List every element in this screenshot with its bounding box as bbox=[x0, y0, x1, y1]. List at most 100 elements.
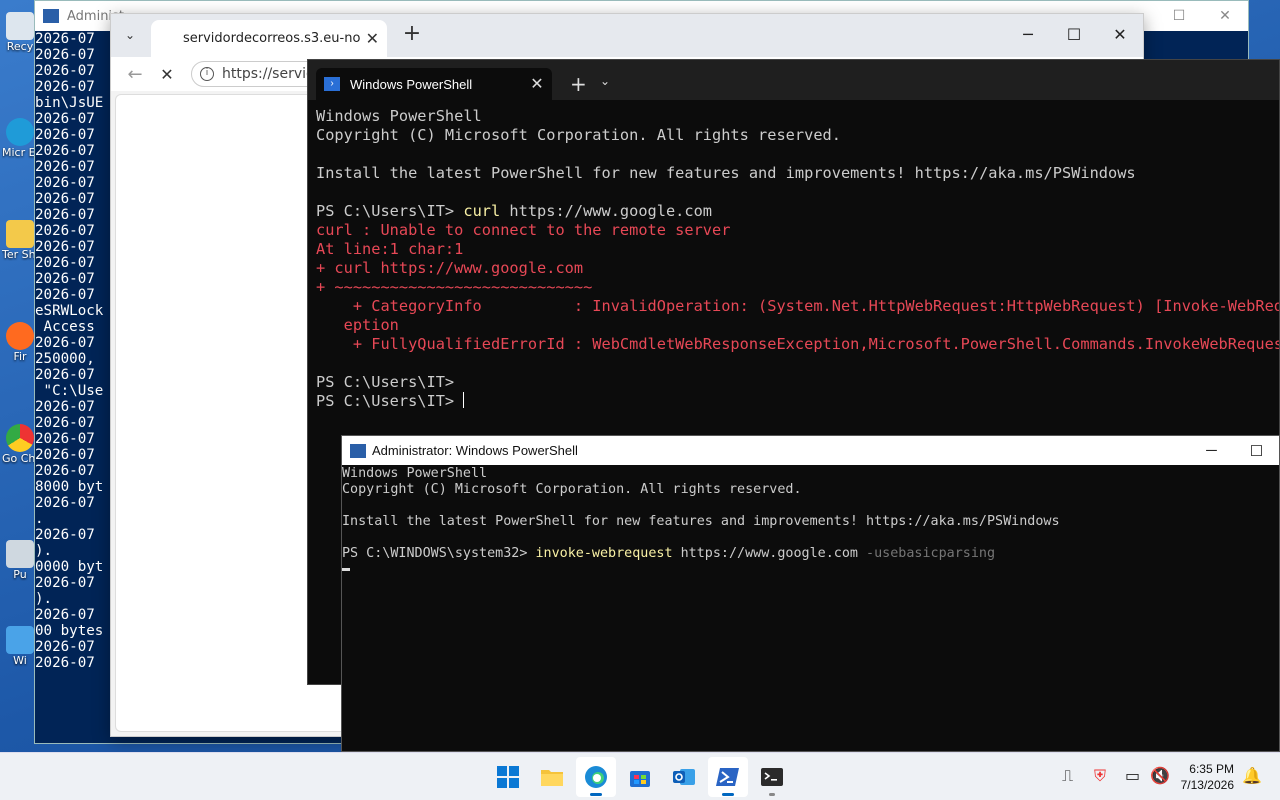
minimize-icon[interactable]: ─ bbox=[1005, 14, 1051, 54]
console-line: 2026-07 bbox=[35, 47, 95, 63]
console-line: 2026-07 bbox=[35, 159, 95, 175]
console-line: 2026-07 bbox=[35, 607, 95, 623]
outlook-button[interactable] bbox=[664, 757, 704, 797]
console-line: 2026-07 bbox=[35, 367, 95, 383]
site-info-icon[interactable]: i bbox=[200, 67, 214, 81]
chrome-icon[interactable]: Go Chr bbox=[2, 424, 38, 465]
console-line: 2026-07 bbox=[35, 575, 95, 591]
browser-window-controls: ─ ☐ ✕ bbox=[1005, 14, 1143, 54]
new-tab-icon[interactable]: + bbox=[399, 22, 425, 48]
outlook-icon bbox=[673, 769, 695, 785]
console-line: 250000, bbox=[35, 351, 95, 367]
edge-button[interactable] bbox=[576, 757, 616, 797]
console-line: 2026-07 bbox=[35, 335, 95, 351]
console-line: "C:\Use bbox=[35, 383, 104, 399]
folder-icon bbox=[541, 770, 563, 786]
system-clock[interactable]: 6:35 PM 7/13/2026 bbox=[1181, 761, 1234, 793]
output-line: Windows PowerShell bbox=[316, 107, 482, 125]
folder-icon[interactable]: Ter Sho bbox=[2, 220, 38, 261]
maximize-icon[interactable]: ☐ bbox=[1234, 442, 1279, 460]
close-tab-icon[interactable]: ✕ bbox=[522, 74, 552, 94]
console-line: 2026-07 bbox=[35, 431, 95, 447]
console-line: 2026-07 bbox=[35, 143, 95, 159]
close-icon[interactable]: ✕ bbox=[1202, 8, 1248, 24]
browser-tab-bar: ⌄ servidordecorreos.s3.eu-north-1.ar ✕ +… bbox=[111, 14, 1143, 57]
putty-icon[interactable]: Pu bbox=[2, 540, 38, 581]
console-line: 2026-07 bbox=[35, 639, 95, 655]
edge-desktop-icon[interactable]: Micr Ec bbox=[2, 118, 38, 159]
admin-powershell-window[interactable]: Administrator: Windows PowerShell ─ ☐ Wi… bbox=[341, 435, 1280, 752]
firefox-icon[interactable]: Fir bbox=[2, 322, 38, 363]
chrome-glyph bbox=[6, 424, 34, 452]
desktop-icon-label: Ter Sho bbox=[2, 248, 38, 261]
prompt: PS C:\Users\IT> bbox=[316, 202, 464, 220]
terminal-taskbar-button[interactable] bbox=[752, 757, 792, 797]
output-line: Windows PowerShell bbox=[342, 466, 488, 481]
usb-device-icon[interactable]: ⎍ bbox=[1062, 766, 1073, 786]
console-line: 2026-07 bbox=[35, 495, 95, 511]
recycle-bin-icon[interactable]: Recy bbox=[2, 12, 38, 53]
powershell-icon bbox=[350, 443, 366, 458]
active-indicator bbox=[722, 793, 734, 796]
minimize-icon[interactable]: ─ bbox=[1189, 442, 1234, 460]
edge-icon bbox=[585, 766, 607, 788]
close-icon[interactable]: ✕ bbox=[1097, 14, 1143, 54]
console-line: ). bbox=[35, 543, 53, 559]
windows-app-icon[interactable]: Wi bbox=[2, 626, 38, 667]
file-explorer-button[interactable] bbox=[532, 757, 572, 797]
command-parameter: -usebasicparsing bbox=[866, 546, 996, 561]
error-line: + FullyQualifiedErrorId : WebCmdletWebRe… bbox=[316, 335, 1279, 353]
powershell-taskbar-button[interactable] bbox=[708, 757, 748, 797]
output-line: Install the latest PowerShell for new fe… bbox=[316, 164, 1136, 182]
maximize-icon[interactable]: ☐ bbox=[1051, 14, 1097, 54]
desktop-icon-label: Recy bbox=[6, 40, 34, 53]
console-line: 2026-07 bbox=[35, 287, 95, 303]
console-line: 2026-07 bbox=[35, 447, 95, 463]
console-line: eSRWLock bbox=[35, 303, 104, 319]
notification-bell-icon[interactable]: 🔔 bbox=[1242, 766, 1262, 785]
console-line: bin\JsUE bbox=[35, 95, 104, 111]
console-line: 2026-07 bbox=[35, 415, 95, 431]
windows-app-glyph bbox=[6, 626, 34, 654]
terminal-icon bbox=[761, 768, 783, 786]
admin-titlebar[interactable]: Administrator: Windows PowerShell ─ ☐ bbox=[342, 436, 1279, 465]
command-name: curl bbox=[463, 202, 501, 220]
close-tab-icon[interactable]: ✕ bbox=[366, 29, 379, 48]
browser-tab-title: servidordecorreos.s3.eu-north-1.ar bbox=[183, 31, 360, 46]
running-indicator bbox=[769, 793, 775, 796]
stop-loading-icon[interactable]: ✕ bbox=[151, 65, 183, 84]
prompt: PS C:\Users\IT> bbox=[316, 392, 464, 410]
terminal-tab-title: Windows PowerShell bbox=[350, 76, 473, 92]
console-line: 2026-07 bbox=[35, 239, 95, 255]
security-shield-icon[interactable]: ⛨ bbox=[1094, 766, 1106, 786]
maximize-icon[interactable]: ☐ bbox=[1156, 8, 1202, 24]
admin-console-output[interactable]: Windows PowerShell Copyright (C) Microso… bbox=[342, 465, 1279, 578]
console-line: 2026-07 bbox=[35, 191, 95, 207]
output-line: Copyright (C) Microsoft Corporation. All… bbox=[342, 482, 802, 497]
store-button[interactable] bbox=[620, 757, 660, 797]
console-line: 2026-07 bbox=[35, 63, 95, 79]
desktop-icon-label: Pu bbox=[13, 568, 27, 581]
tab-actions-chevron-icon[interactable]: ⌄ bbox=[117, 22, 143, 48]
chevron-down-icon[interactable]: ⌄ bbox=[600, 74, 610, 88]
console-line: 2026-07 bbox=[35, 127, 95, 143]
start-button[interactable] bbox=[488, 757, 528, 797]
powershell-icon bbox=[43, 9, 59, 23]
block-cursor bbox=[342, 567, 350, 571]
firefox-glyph bbox=[6, 322, 34, 350]
background-console-output: 2026-07 2026-07 2026-07 2026-07 bin\JsUE 2026… bbox=[35, 30, 115, 671]
terminal-tab[interactable]: › Windows PowerShell ✕ bbox=[316, 68, 552, 100]
console-line: 2026-07 bbox=[35, 223, 95, 239]
error-line: At line:1 char:1 bbox=[316, 240, 464, 258]
console-line: 2026-07 bbox=[35, 655, 95, 671]
network-icon[interactable]: ▭ bbox=[1125, 766, 1140, 785]
desktop-icon-label: Wi bbox=[13, 654, 27, 667]
console-line: 2026-07 bbox=[35, 399, 95, 415]
browser-tab[interactable]: servidordecorreos.s3.eu-north-1.ar ✕ bbox=[151, 20, 387, 57]
text-cursor bbox=[463, 392, 465, 408]
error-line: + CategoryInfo : InvalidOperation: (Syst… bbox=[316, 297, 1279, 315]
volume-muted-icon[interactable]: 🔇 bbox=[1150, 766, 1170, 785]
console-line: 00 bytes bbox=[35, 623, 104, 639]
back-arrow-icon[interactable]: ← bbox=[119, 64, 151, 85]
new-tab-icon[interactable]: + bbox=[570, 72, 587, 96]
